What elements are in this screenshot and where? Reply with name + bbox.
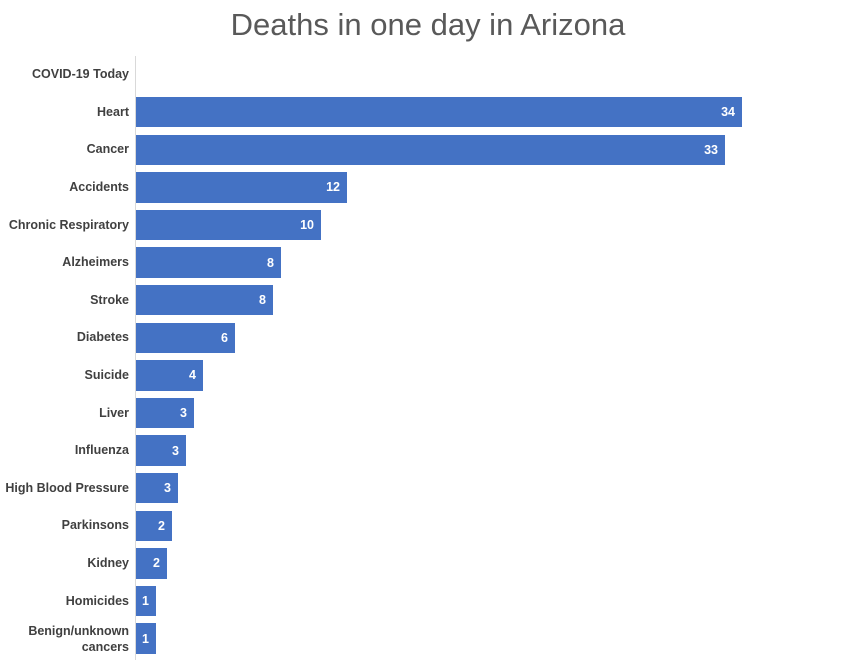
bar-value-label: 34 (721, 105, 735, 120)
bar-value-label: 3 (164, 481, 171, 496)
bar[interactable]: 8 (136, 284, 273, 316)
bar-row: Accidents 12 (0, 169, 856, 207)
bar-row: Chronic Respiratory 10 (0, 206, 856, 244)
bar-row: COVID-19 Today (0, 56, 856, 94)
bar-value-label: 2 (158, 518, 165, 533)
bar-value-label: 3 (180, 406, 187, 421)
bar-row: Diabetes 6 (0, 319, 856, 357)
bar-value-label: 1 (142, 594, 149, 609)
category-label: High Blood Pressure (5, 480, 129, 495)
plot-area: COVID-19 Today Heart 34 Cancer 33 Accidents 12… (0, 56, 856, 661)
bar-value-label: 10 (300, 218, 314, 233)
category-label: Accidents (69, 180, 129, 195)
category-label: Suicide (84, 368, 129, 383)
bar[interactable]: 4 (136, 360, 203, 391)
category-label: Chronic Respiratory (8, 217, 129, 232)
bar-value-label: 3 (172, 443, 179, 458)
category-label: Cancer (86, 142, 129, 157)
bar-row: Stroke 8 (0, 282, 856, 320)
bar-value-label: 1 (142, 631, 149, 646)
category-label: Parkinsons (61, 518, 129, 533)
bar[interactable]: 10 (136, 209, 321, 241)
bar-row: Kidney 2 (0, 545, 856, 583)
bar-row: High Blood Pressure 3 (0, 470, 856, 508)
bar-value-label: 12 (326, 180, 340, 195)
bar[interactable]: 33 (136, 134, 725, 166)
bar[interactable]: 3 (136, 397, 194, 429)
category-label: Heart (97, 104, 129, 119)
bar[interactable]: 3 (136, 472, 178, 504)
category-label: Kidney (87, 556, 129, 571)
bar-row: Benign/unknown cancers 1 (0, 620, 856, 658)
bar-row: Influenza 3 (0, 432, 856, 470)
category-label: Alzheimers (62, 255, 129, 270)
bar-row: Suicide 4 (0, 357, 856, 395)
bar[interactable]: 12 (136, 172, 347, 203)
bar[interactable]: 34 (136, 96, 742, 128)
bar-row: Parkinsons 2 (0, 507, 856, 545)
bar[interactable]: 2 (136, 510, 172, 542)
bar-value-label: 2 (153, 556, 160, 571)
bar[interactable]: 8 (136, 247, 281, 278)
bar-value-label: 33 (704, 142, 718, 157)
category-label: Benign/unknown cancers (28, 623, 129, 654)
category-label: Liver (99, 405, 129, 420)
category-label: COVID-19 Today (31, 67, 129, 82)
bar[interactable]: 1 (136, 585, 156, 617)
bar[interactable]: 1 (136, 623, 156, 654)
bar-chart: Deaths in one day in Arizona COVID-19 To… (0, 0, 856, 667)
category-label: Homicides (65, 593, 129, 608)
bar[interactable]: 6 (136, 322, 235, 354)
bar-row: Cancer 33 (0, 131, 856, 169)
bar[interactable]: 2 (136, 548, 167, 579)
bar-value-label: 6 (221, 330, 228, 345)
category-label: Stroke (90, 292, 129, 307)
bar-row: Heart 34 (0, 94, 856, 132)
category-label: Diabetes (76, 330, 129, 345)
category-label: Influenza (74, 443, 129, 458)
bar-row: Liver 3 (0, 394, 856, 432)
bar-value-label: 4 (189, 368, 196, 383)
bar[interactable]: 3 (136, 435, 186, 466)
chart-title: Deaths in one day in Arizona (230, 7, 626, 42)
bar-row: Alzheimers 8 (0, 244, 856, 282)
bar-value-label: 8 (259, 293, 266, 308)
bar-value-label: 8 (267, 255, 274, 270)
bar-row: Homicides 1 (0, 582, 856, 620)
